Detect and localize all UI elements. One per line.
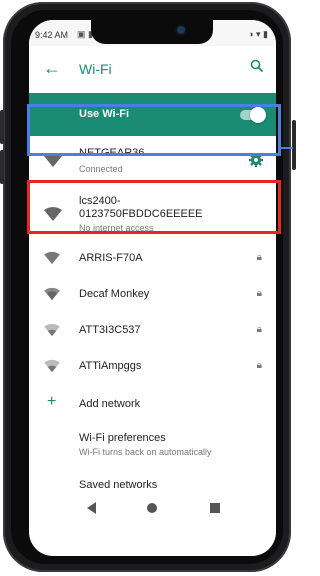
- network-name: ATTiAmpggs: [79, 360, 142, 372]
- lock-icon: 🔒︎: [256, 360, 262, 371]
- highlight-box-red: [27, 180, 281, 234]
- nav-back-icon[interactable]: [87, 502, 96, 514]
- network-row[interactable]: ATTiAmpggs 🔒︎: [29, 348, 276, 384]
- add-network-label: Add network: [79, 398, 141, 410]
- add-network-row[interactable]: + Add network: [29, 384, 276, 424]
- network-row[interactable]: Decaf Monkey 🔒︎: [29, 276, 276, 312]
- lock-icon: 🔒︎: [256, 252, 262, 263]
- status-time: 9:42 AM: [35, 30, 69, 40]
- network-row[interactable]: ARRIS-F70A 🔒︎: [29, 240, 276, 276]
- volume-button: [0, 150, 4, 184]
- preferences-title: Wi-Fi preferences: [79, 432, 166, 444]
- search-icon[interactable]: [250, 59, 264, 78]
- screen: 9:42 AM ▣ ▮▮ · ◑ ▾ ▮ ← Wi-Fi Use Wi-Fi N…: [29, 20, 276, 556]
- arrow-back-icon[interactable]: ←: [43, 58, 61, 79]
- wifi-signal-icon: [43, 323, 61, 342]
- wifi-preferences-row[interactable]: Wi-Fi preferences Wi-Fi turns back on au…: [29, 424, 276, 466]
- network-name: ARRIS-F70A: [79, 252, 143, 264]
- wifi-signal-icon: [43, 287, 61, 306]
- network-row[interactable]: ATT3I3C537 🔒︎: [29, 312, 276, 348]
- app-bar: ← Wi-Fi: [29, 46, 276, 93]
- page-title: Wi-Fi: [79, 61, 112, 77]
- wifi-signal-icon: [43, 359, 61, 378]
- plus-icon: +: [47, 393, 57, 410]
- nav-home-icon[interactable]: [147, 503, 157, 513]
- lock-icon: 🔒︎: [256, 324, 262, 335]
- nav-recents-icon[interactable]: [210, 503, 220, 513]
- power-button: [292, 120, 296, 170]
- navigation-bar: [29, 490, 276, 530]
- notch: [91, 20, 213, 44]
- system-icons: ◑ ▾ ▮: [248, 29, 268, 39]
- highlight-box-blue: [27, 104, 281, 156]
- network-status: Connected: [79, 164, 123, 174]
- network-name: ATT3I3C537: [79, 324, 141, 336]
- wifi-signal-icon: [43, 251, 61, 270]
- camera: [177, 26, 185, 34]
- network-name: Decaf Monkey: [79, 288, 150, 300]
- highlight-connector: [281, 147, 293, 149]
- preferences-subtitle: Wi-Fi turns back on automatically: [79, 447, 212, 457]
- volume-button: [0, 110, 4, 144]
- lock-icon: 🔒︎: [256, 288, 262, 299]
